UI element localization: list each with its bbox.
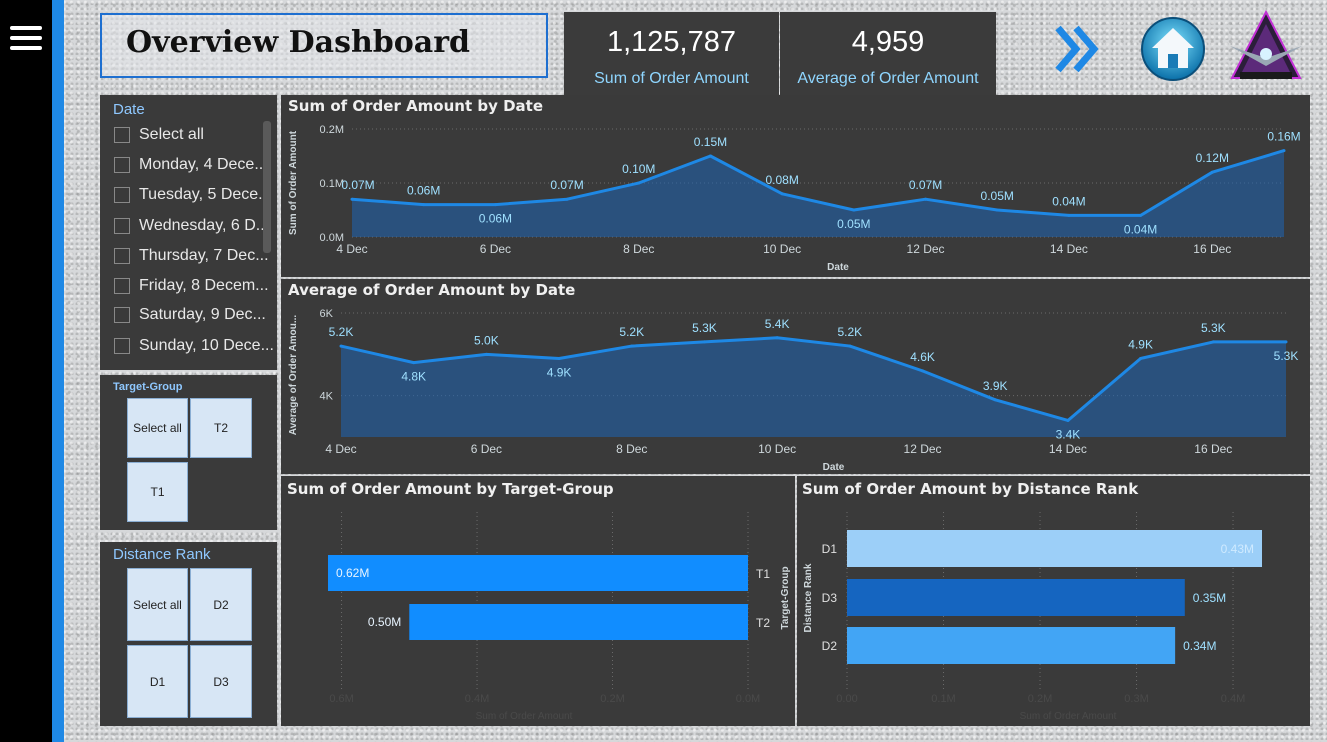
kpi-average-value: 4,959 bbox=[851, 26, 925, 58]
target-group-tile-t2[interactable]: T2 bbox=[190, 398, 252, 458]
target-group-slicer-title: Target-Group bbox=[113, 381, 183, 393]
date-option-label: Select all bbox=[139, 126, 204, 143]
checkbox[interactable] bbox=[114, 157, 130, 173]
average-by-date-panel: Average of Order Amount by Date bbox=[281, 279, 1310, 474]
checkbox[interactable] bbox=[114, 218, 130, 234]
checkbox[interactable] bbox=[114, 127, 130, 143]
kpi-average-label: Average of Order Amount bbox=[797, 70, 979, 87]
date-option-label: Saturday, 9 Dec... bbox=[139, 306, 266, 323]
sidebar-accent-stripe bbox=[52, 0, 64, 742]
target-group-tile-select-all[interactable]: Select all bbox=[127, 398, 188, 458]
target-group-tile-t1[interactable]: T1 bbox=[127, 462, 188, 522]
date-option[interactable]: Friday, 8 Decem... bbox=[114, 274, 274, 298]
home-icon[interactable] bbox=[1139, 16, 1207, 82]
left-sidebar bbox=[0, 0, 52, 742]
distance-rank-tile-d1[interactable]: D1 bbox=[127, 645, 188, 718]
date-option-select-all[interactable]: Select all bbox=[114, 123, 274, 147]
checkbox[interactable] bbox=[114, 307, 130, 323]
checkbox[interactable] bbox=[114, 278, 130, 294]
chart-title: Sum of Order Amount by Distance Rank bbox=[802, 480, 1139, 498]
checkbox[interactable] bbox=[114, 187, 130, 203]
kpi-card-sum: 1,125,787 Sum of Order Amount bbox=[564, 12, 779, 95]
date-option-label: Sunday, 10 Dece... bbox=[139, 337, 274, 354]
date-slicer-scrollbar[interactable] bbox=[263, 121, 271, 253]
date-option-label: Thursday, 7 Dec... bbox=[139, 247, 269, 264]
distance-rank-slicer-title: Distance Rank bbox=[113, 546, 211, 563]
hamburger-menu-icon[interactable] bbox=[10, 26, 42, 52]
chevron-right-double-icon[interactable] bbox=[1052, 22, 1104, 76]
kpi-sum-label: Sum of Order Amount bbox=[594, 70, 749, 87]
date-option[interactable]: Monday, 4 Dece... bbox=[114, 153, 274, 177]
distance-rank-tile-d2[interactable]: D2 bbox=[190, 568, 252, 641]
distance-rank-tile-select-all[interactable]: Select all bbox=[127, 568, 188, 641]
date-option-label: Friday, 8 Decem... bbox=[139, 277, 269, 294]
chart-title: Sum of Order Amount by Date bbox=[288, 97, 544, 115]
date-option-label: Tuesday, 5 Dece... bbox=[139, 186, 272, 203]
date-slicer: Date Select all Monday, 4 Dece... Tuesda… bbox=[100, 95, 277, 370]
checkbox[interactable] bbox=[114, 248, 130, 264]
sum-by-date-panel: Sum of Order Amount by Date bbox=[281, 95, 1310, 277]
chart-title: Average of Order Amount by Date bbox=[288, 281, 576, 299]
chart-title: Sum of Order Amount by Target-Group bbox=[287, 480, 614, 498]
distance-rank-tile-d3[interactable]: D3 bbox=[190, 645, 252, 718]
logo-icon bbox=[1230, 9, 1302, 79]
date-slicer-title: Date bbox=[113, 101, 145, 118]
target-group-bar-panel: Sum of Order Amount by Target-Group bbox=[281, 476, 795, 726]
date-option[interactable]: Sunday, 10 Dece... bbox=[114, 334, 274, 358]
date-option[interactable]: Thursday, 7 Dec... bbox=[114, 244, 274, 268]
date-option-label: Wednesday, 6 D... bbox=[139, 217, 270, 234]
date-option[interactable]: Wednesday, 6 D... bbox=[114, 214, 274, 238]
distance-rank-bar-panel: Sum of Order Amount by Distance Rank bbox=[797, 476, 1310, 726]
kpi-card-average: 4,959 Average of Order Amount bbox=[780, 12, 996, 95]
date-option[interactable]: Tuesday, 5 Dece... bbox=[114, 183, 274, 207]
date-option-label: Monday, 4 Dece... bbox=[139, 156, 268, 173]
page-title: Overview Dashboard bbox=[126, 25, 471, 60]
checkbox[interactable] bbox=[114, 338, 130, 354]
date-option[interactable]: Saturday, 9 Dec... bbox=[114, 303, 274, 327]
kpi-sum-value: 1,125,787 bbox=[606, 26, 736, 58]
title-box: Overview Dashboard bbox=[100, 13, 548, 78]
